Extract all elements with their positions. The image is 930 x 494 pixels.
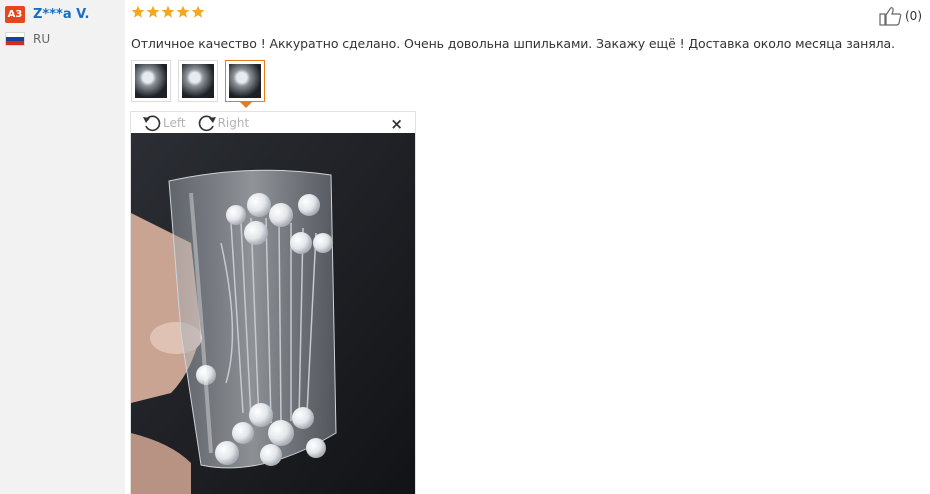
thumbnail-image (182, 64, 214, 98)
viewer-toolbar: Left Right × (131, 112, 415, 133)
review-photo-image (131, 133, 415, 494)
thumbnail-image (229, 64, 261, 98)
star-icon (176, 5, 190, 18)
avatar: A3 (5, 6, 25, 23)
review-text: Отличное качество ! Аккуратно сделано. О… (131, 36, 895, 51)
photo-thumbnail-active[interactable] (225, 60, 265, 108)
star-icon (146, 5, 160, 18)
reviewer-name[interactable]: Z***a V. (33, 7, 89, 22)
rotate-left-label: Left (163, 115, 186, 130)
rotate-right-button[interactable]: Right (196, 113, 250, 133)
star-icon (191, 5, 205, 18)
photo-thumbnails (131, 60, 265, 108)
close-icon[interactable]: × (390, 115, 403, 133)
star-icon (161, 5, 175, 18)
photo-thumbnail[interactable] (178, 60, 218, 102)
country-code: RU (33, 32, 51, 46)
rotate-right-label: Right (217, 115, 250, 130)
photo-thumbnail[interactable] (131, 60, 171, 102)
russia-flag-icon (5, 32, 25, 46)
photo-viewer: Left Right × (130, 111, 416, 494)
helpful-button[interactable]: (0) (879, 6, 922, 26)
rotate-left-icon (143, 115, 161, 131)
helpful-count: (0) (905, 9, 922, 23)
review-photo (131, 133, 415, 494)
rotate-left-button[interactable]: Left (141, 113, 186, 133)
reviewer-panel: A3 Z***a V. RU (0, 0, 125, 494)
star-icon (131, 5, 145, 18)
rotate-right-icon (198, 115, 216, 131)
star-rating (131, 5, 205, 19)
country-row: RU (5, 32, 50, 46)
thumbs-up-icon (879, 7, 902, 26)
thumbnail-image (135, 64, 167, 98)
reviewer-row: A3 Z***a V. (5, 6, 89, 23)
